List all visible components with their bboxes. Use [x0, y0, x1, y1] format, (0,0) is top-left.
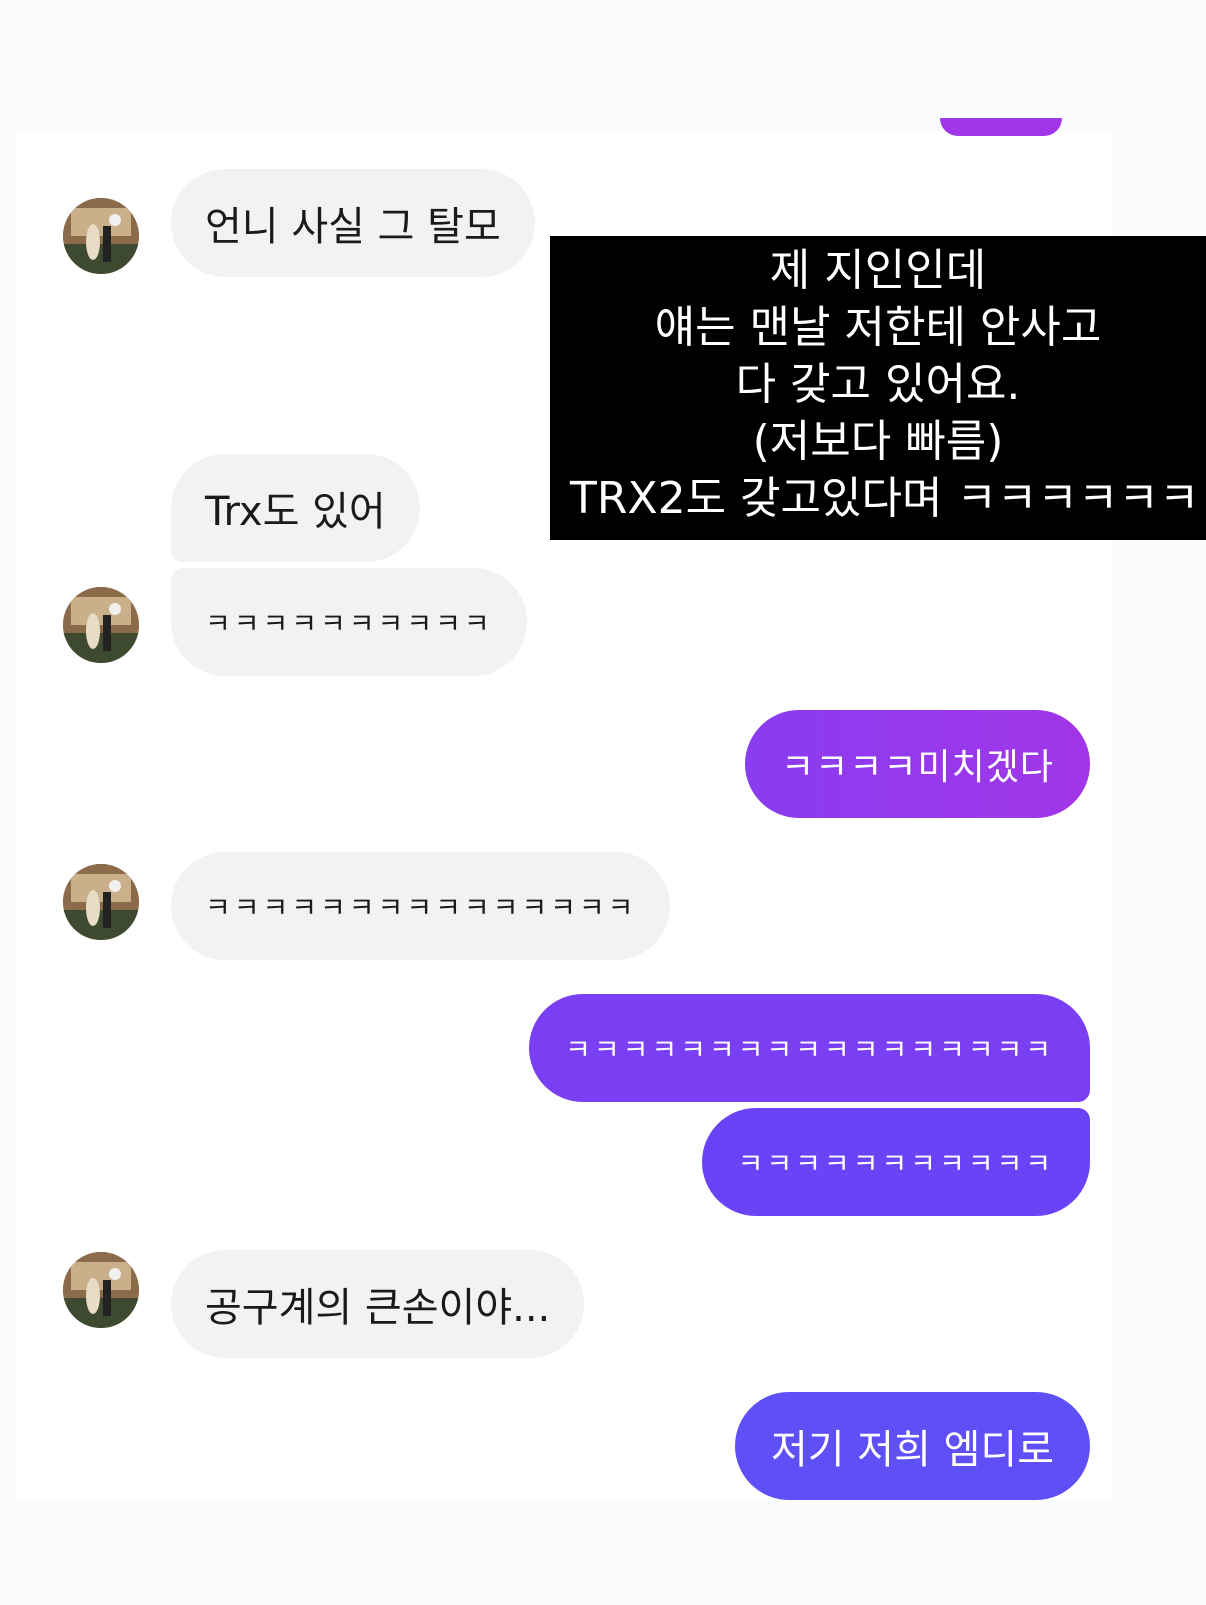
outgoing-message-bubble[interactable]: ㅋㅋㅋㅋ미치겠다: [745, 710, 1090, 818]
caption-line: TRX2도 갖고있다며 ㅋㅋㅋㅋㅋㅋ: [570, 473, 1200, 524]
message-text: Trx도 있어: [205, 489, 386, 535]
message-text: 언니 사실 그 탈모: [205, 204, 501, 250]
outgoing-message-bubble[interactable]: 저기 저희 엠디로: [734, 1392, 1090, 1500]
outgoing-message-bubble[interactable]: ㅋㅋㅋㅋㅋㅋㅋㅋㅋㅋㅋ: [701, 1108, 1090, 1216]
caption-line: (저보다 빠름): [752, 416, 1004, 467]
caption-overlay: 제 지인인데 얘는 맨날 저한테 안사고 다 갖고 있어요. (저보다 빠름) …: [550, 236, 1206, 540]
incoming-message-bubble[interactable]: Trx도 있어: [171, 454, 420, 562]
incoming-message-bubble[interactable]: 언니 사실 그 탈모: [171, 169, 535, 277]
message-text: ㅋㅋㅋㅋㅋㅋㅋㅋㅋㅋㅋㅋㅋㅋㅋㅋㅋ: [565, 1033, 1054, 1066]
contact-photo-icon: [63, 1252, 139, 1328]
incoming-message-bubble[interactable]: ㅋㅋㅋㅋㅋㅋㅋㅋㅋㅋ: [171, 568, 527, 676]
message-text: ㅋㅋㅋㅋㅋㅋㅋㅋㅋㅋㅋ: [737, 1147, 1054, 1180]
message-text: 저기 저희 엠디로: [770, 1427, 1054, 1473]
contact-photo-icon: [63, 864, 139, 940]
contact-avatar[interactable]: [63, 587, 139, 663]
message-text: 공구계의 큰손이야...: [205, 1285, 551, 1331]
outgoing-message-bubble[interactable]: ㅋㅋㅋㅋㅋㅋㅋㅋㅋㅋㅋㅋㅋㅋㅋㅋㅋ: [529, 994, 1090, 1102]
outgoing-message-bubble-partial[interactable]: [940, 118, 1062, 136]
caption-line: 다 갖고 있어요.: [735, 359, 1021, 410]
contact-photo-icon: [63, 198, 139, 274]
incoming-message-bubble[interactable]: ㅋㅋㅋㅋㅋㅋㅋㅋㅋㅋㅋㅋㅋㅋㅋ: [171, 852, 671, 960]
caption-line: 얘는 맨날 저한테 안사고: [654, 302, 1102, 353]
incoming-message-bubble[interactable]: 공구계의 큰손이야...: [171, 1250, 585, 1358]
caption-line: 제 지인인데: [769, 245, 987, 296]
contact-avatar[interactable]: [63, 198, 139, 274]
contact-avatar[interactable]: [63, 1252, 139, 1328]
message-text: ㅋㅋㅋㅋㅋㅋㅋㅋㅋㅋㅋㅋㅋㅋㅋ: [205, 891, 637, 924]
message-text: ㅋㅋㅋㅋㅋㅋㅋㅋㅋㅋ: [205, 607, 493, 640]
contact-avatar[interactable]: [63, 864, 139, 940]
contact-photo-icon: [63, 587, 139, 663]
message-text: ㅋㅋㅋㅋ미치겠다: [781, 747, 1054, 788]
